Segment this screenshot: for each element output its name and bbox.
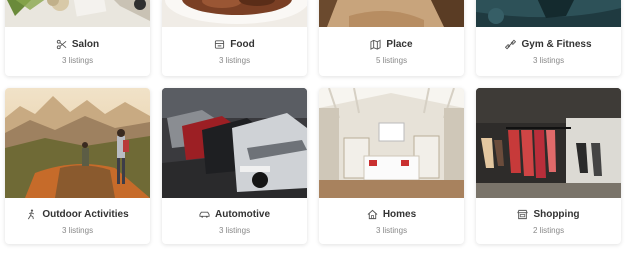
listing-count: 2 listings [532,226,565,235]
scissors-icon [56,39,67,49]
category-title[interactable]: Homes [383,209,416,220]
gym-image [476,0,621,27]
category-title-row[interactable]: Salon [5,37,150,51]
category-card-outdoor-activities[interactable]: Outdoor Activities 3 listings [5,88,150,244]
category-card-automotive[interactable]: Automotive 3 listings [162,88,307,244]
category-title[interactable]: Gym & Fitness [521,39,591,50]
category-card-shopping[interactable]: Shopping 2 listings [476,88,621,244]
category-card-homes[interactable]: Homes 3 listings [319,88,464,244]
automotive-image [162,88,307,198]
home-icon [367,209,378,219]
category-card-salon[interactable]: Salon 3 listings [5,0,150,76]
salon-image [5,0,150,27]
category-card-place[interactable]: Place 5 listings [319,0,464,76]
food-image [162,0,307,27]
category-title-row[interactable]: Food [162,37,307,51]
category-title-row[interactable]: Homes [319,207,464,221]
listing-count: 3 listings [61,226,94,235]
map-icon [370,39,381,50]
shopping-image [476,88,621,198]
category-card-food[interactable]: Food 3 listings [162,0,307,76]
category-title[interactable]: Place [386,39,412,50]
category-title-row[interactable]: Place [319,37,464,51]
category-title-row[interactable]: Gym & Fitness [476,37,621,51]
category-title[interactable]: Salon [72,39,99,50]
listing-count: 3 listings [375,226,408,235]
category-title[interactable]: Automotive [215,209,270,220]
place-image [319,0,464,27]
car-icon [199,211,210,218]
store-icon [517,209,529,219]
category-title-row[interactable]: Outdoor Activities [5,207,150,221]
food-icon [215,39,225,49]
hiking-icon [28,209,35,219]
listing-count: 3 listings [61,56,94,65]
listing-count: 3 listings [532,56,565,65]
category-card-gym-fitness[interactable]: Gym & Fitness 3 listings [476,0,621,76]
homes-image [319,88,464,198]
category-title-row[interactable]: Automotive [162,207,307,221]
listing-count: 3 listings [218,226,251,235]
dumbbell-icon [505,39,517,49]
category-title-row[interactable]: Shopping [476,207,621,221]
listing-count: 3 listings [218,56,251,65]
category-title[interactable]: Food [230,39,254,50]
category-title[interactable]: Shopping [533,209,579,220]
category-title[interactable]: Outdoor Activities [42,209,128,220]
listing-count: 5 listings [375,56,408,65]
outdoor-image [5,88,150,198]
